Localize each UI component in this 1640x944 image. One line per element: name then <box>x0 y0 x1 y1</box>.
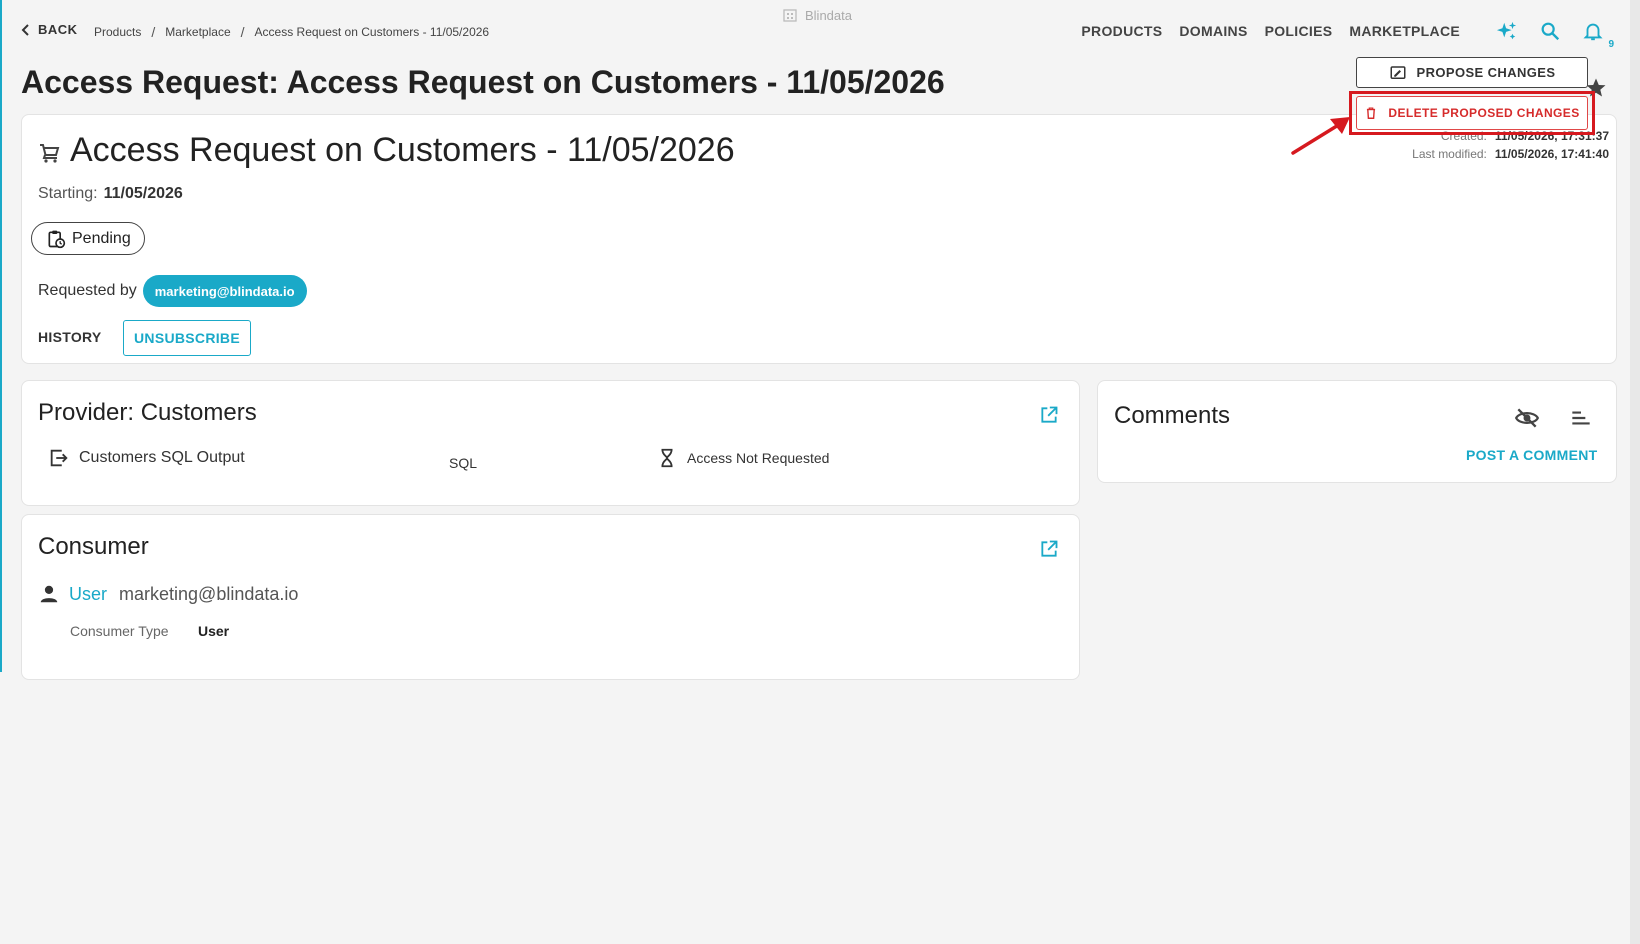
output-port-type: SQL <box>449 455 478 471</box>
bell-icon <box>1583 23 1603 41</box>
delete-proposed-changes-label: DELETE PROPOSED CHANGES <box>1388 106 1580 120</box>
left-accent-edge <box>0 0 2 672</box>
modified-value: 11/05/2026, 17:41:40 <box>1494 147 1609 161</box>
history-button[interactable]: HISTORY <box>38 329 102 345</box>
cart-icon <box>40 144 60 163</box>
requested-by-label: Requested by <box>38 282 137 299</box>
open-external-icon[interactable] <box>1039 405 1059 425</box>
provider-card: Provider: Customers Customers SQL Output… <box>21 380 1080 506</box>
back-label: BACK <box>38 22 78 37</box>
brand-name: Blindata <box>805 7 852 23</box>
search-button[interactable] <box>1537 18 1563 44</box>
provider-title: Provider: Customers <box>38 399 257 426</box>
consumer-kind-link[interactable]: User <box>69 584 107 605</box>
breadcrumb-separator: / <box>151 24 156 40</box>
starting-value: 11/05/2026 <box>103 185 183 202</box>
comments-card: Comments POST A COMMENT <box>1097 380 1617 483</box>
building-icon <box>783 9 797 22</box>
search-icon <box>1541 22 1560 41</box>
breadcrumb: Products / Marketplace / Access Request … <box>94 24 489 40</box>
top-bar: BACK Products / Marketplace / Access Req… <box>0 0 1630 62</box>
propose-changes-button[interactable]: PROPOSE CHANGES <box>1356 57 1588 88</box>
notification-count: 9 <box>1608 39 1614 50</box>
consumer-row: User marketing@blindata.io <box>38 583 298 605</box>
starting-date: Starting: 11/05/2026 <box>38 185 183 203</box>
unsubscribe-button[interactable]: UNSUBSCRIBE <box>123 320 251 356</box>
consumer-type-label: Consumer Type <box>70 623 169 639</box>
breadcrumb-current: Access Request on Customers - 11/05/2026 <box>254 25 490 39</box>
main-nav: PRODUCTS DOMAINS POLICIES MARKETPLACE 9 <box>1081 18 1614 50</box>
consumer-title: Consumer <box>38 533 149 560</box>
page-title: Access Request: Access Request on Custom… <box>21 64 945 100</box>
modified-row: Last modified: 11/05/2026, 17:41:40 <box>1412 145 1609 163</box>
delete-proposed-changes-button[interactable]: DELETE PROPOSED CHANGES <box>1356 96 1588 130</box>
request-title: Access Request on Customers - 11/05/2026 <box>70 131 735 169</box>
open-external-icon[interactable] <box>1039 539 1059 559</box>
hourglass-icon <box>661 448 673 468</box>
output-port-name-cell: Customers SQL Output <box>48 447 245 469</box>
output-port-name: Customers SQL Output <box>79 449 245 466</box>
nav-products[interactable]: PRODUCTS <box>1081 23 1162 39</box>
visibility-off-icon[interactable] <box>1514 405 1540 431</box>
breadcrumb-separator: / <box>240 24 245 40</box>
post-comment-button[interactable]: POST A COMMENT <box>1466 447 1598 463</box>
requested-by: Requested by marketing@blindata.io <box>38 275 307 307</box>
brand: Blindata <box>782 7 852 23</box>
access-status-cell: Access Not Requested <box>656 447 829 469</box>
consumer-type-value: User <box>198 623 230 639</box>
status-label: Pending <box>72 229 131 247</box>
sparkle-icon <box>1496 21 1517 40</box>
starting-label: Starting: <box>38 185 98 202</box>
comments-title: Comments <box>1114 402 1231 429</box>
chevron-left-icon <box>21 23 29 36</box>
consumer-card: Consumer User marketing@blindata.io Cons… <box>21 514 1080 680</box>
scrollbar-track[interactable] <box>1630 0 1640 944</box>
edit-note-icon <box>1390 65 1406 79</box>
consumer-email: marketing@blindata.io <box>119 583 299 604</box>
breadcrumb-marketplace[interactable]: Marketplace <box>165 25 230 39</box>
arrow-annotation-icon <box>1291 117 1350 155</box>
request-card: Access Request on Customers - 11/05/2026… <box>21 114 1617 364</box>
status-badge: Pending <box>31 222 145 255</box>
back-button[interactable]: BACK <box>20 22 78 37</box>
output-port-icon <box>50 449 68 467</box>
access-status: Access Not Requested <box>687 450 830 466</box>
person-icon <box>40 585 58 603</box>
modified-label: Last modified: <box>1412 147 1487 161</box>
output-port-row[interactable]: Customers SQL Output SQL Access Not Requ… <box>48 447 1048 471</box>
breadcrumb-products[interactable]: Products <box>94 25 141 39</box>
notifications-button[interactable]: 9 <box>1580 18 1614 50</box>
requester-chip[interactable]: marketing@blindata.io <box>142 275 307 307</box>
trash-icon <box>1367 107 1376 119</box>
sort-icon[interactable] <box>1568 405 1594 431</box>
clipboard-clock-icon <box>48 230 66 248</box>
ai-sparkle-button[interactable] <box>1494 18 1520 44</box>
nav-marketplace[interactable]: MARKETPLACE <box>1349 23 1460 39</box>
propose-changes-label: PROPOSE CHANGES <box>1416 65 1556 80</box>
nav-policies[interactable]: POLICIES <box>1265 23 1333 39</box>
nav-domains[interactable]: DOMAINS <box>1179 23 1247 39</box>
